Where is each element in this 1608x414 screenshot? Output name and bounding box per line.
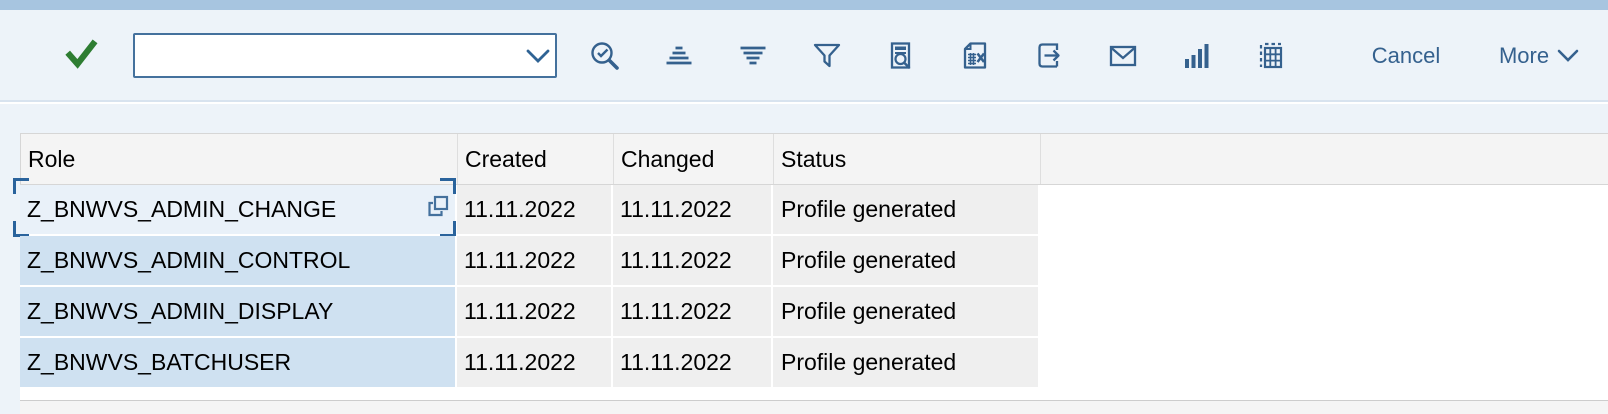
created-cell[interactable]: 11.11.2022 (457, 185, 613, 236)
status-cell[interactable]: Profile generated (773, 287, 1040, 338)
command-combobox[interactable] (133, 33, 557, 78)
sap-alv-screen: Cancel More Role Created Changed Status … (0, 0, 1608, 414)
local-file-export-button[interactable] (1027, 34, 1071, 78)
sort-descending-button[interactable] (731, 34, 775, 78)
filter-icon (811, 40, 843, 72)
find-button[interactable] (583, 34, 627, 78)
changed-cell[interactable]: 11.11.2022 (613, 236, 773, 287)
created-cell[interactable]: 11.11.2022 (457, 338, 613, 389)
table-row: Z_BNWVS_ADMIN_CHANGE 11.11.2022 11.11.20… (20, 185, 1608, 236)
print-preview-icon (885, 40, 917, 72)
confirm-button[interactable] (60, 34, 104, 78)
role-cell[interactable]: Z_BNWVS_ADMIN_CHANGE (20, 185, 457, 236)
sort-descending-icon (737, 40, 769, 72)
find-icon (589, 40, 621, 72)
status-cell[interactable]: Profile generated (773, 185, 1040, 236)
green-checkmark-icon (63, 36, 101, 74)
table-row: Z_BNWVS_ADMIN_CONTROL 11.11.2022 11.11.2… (20, 236, 1608, 287)
column-header-status[interactable]: Status (773, 134, 1040, 184)
send-mail-button[interactable] (1101, 34, 1145, 78)
role-cell[interactable]: Z_BNWVS_ADMIN_DISPLAY (20, 287, 457, 338)
chevron-down-icon[interactable] (521, 43, 555, 69)
role-cell-text: Z_BNWVS_ADMIN_CHANGE (27, 196, 336, 223)
column-header-created[interactable]: Created (457, 134, 613, 184)
application-toolbar: Cancel More (0, 10, 1608, 102)
choose-layout-button[interactable] (1249, 34, 1293, 78)
print-preview-button[interactable] (879, 34, 923, 78)
send-mail-icon (1107, 40, 1139, 72)
alv-grid-area: Role Created Changed Status Z_BNWVS_ADMI… (20, 133, 1608, 414)
choose-layout-icon (1255, 40, 1287, 72)
changed-cell[interactable]: 11.11.2022 (613, 287, 773, 338)
status-cell[interactable]: Profile generated (773, 338, 1040, 389)
table-header-row: Role Created Changed Status (20, 133, 1608, 185)
copy-icon[interactable] (424, 193, 452, 227)
toolbar-icon-row (583, 34, 1323, 78)
window-top-strip (0, 0, 1608, 10)
cancel-button-label: Cancel (1372, 43, 1440, 69)
changed-cell[interactable]: 11.11.2022 (613, 185, 773, 236)
created-cell[interactable]: 11.11.2022 (457, 287, 613, 338)
export-spreadsheet-icon (959, 40, 991, 72)
sort-ascending-icon (663, 40, 695, 72)
role-cell[interactable]: Z_BNWVS_ADMIN_CONTROL (20, 236, 457, 287)
sort-ascending-button[interactable] (657, 34, 701, 78)
changed-cell[interactable]: 11.11.2022 (613, 338, 773, 389)
combobox-input[interactable] (135, 43, 521, 69)
more-button[interactable]: More (1484, 34, 1594, 78)
graphic-icon (1181, 40, 1213, 72)
chevron-down-icon (1557, 49, 1579, 63)
graphic-button[interactable] (1175, 34, 1219, 78)
status-cell[interactable]: Profile generated (773, 236, 1040, 287)
left-margin-strip (0, 133, 20, 414)
table-row: Z_BNWVS_ADMIN_DISPLAY 11.11.2022 11.11.2… (20, 287, 1608, 338)
role-cell[interactable]: Z_BNWVS_BATCHUSER (20, 338, 457, 389)
created-cell[interactable]: 11.11.2022 (457, 236, 613, 287)
column-header-changed[interactable]: Changed (613, 134, 773, 184)
local-file-export-icon (1033, 40, 1065, 72)
more-button-label: More (1499, 43, 1549, 69)
filter-button[interactable] (805, 34, 849, 78)
table-row: Z_BNWVS_BATCHUSER 11.11.2022 11.11.2022 … (20, 338, 1608, 389)
bottom-panel-edge (20, 400, 1608, 414)
column-header-filler (1040, 134, 1608, 184)
export-spreadsheet-button[interactable] (953, 34, 997, 78)
cancel-button[interactable]: Cancel (1356, 34, 1456, 78)
toolbar-lower-band (0, 104, 1608, 133)
column-header-role[interactable]: Role (20, 134, 457, 184)
